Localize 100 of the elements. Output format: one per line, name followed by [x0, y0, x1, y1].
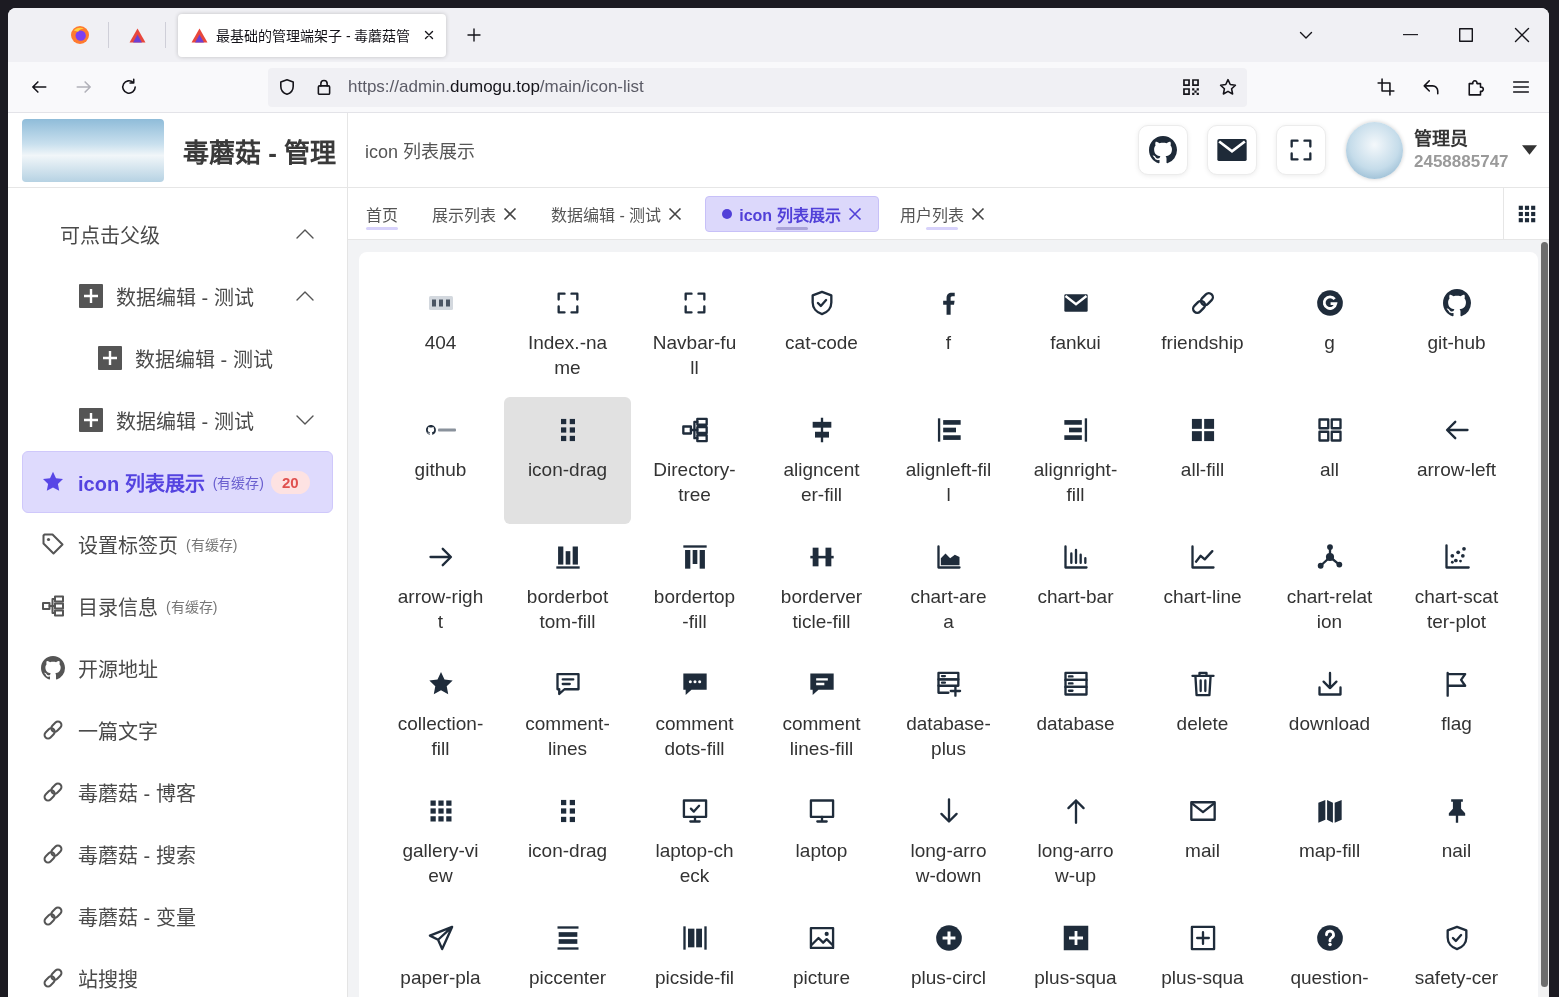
menu-item[interactable]: 一篇文字 [22, 699, 333, 761]
reload-icon[interactable] [120, 78, 138, 96]
database-plus-icon [934, 670, 963, 698]
close-icon[interactable] [970, 206, 985, 221]
cache-note: (有缓存) [212, 474, 264, 492]
plus-square-icon [1188, 924, 1217, 952]
scrollbar[interactable] [1540, 240, 1549, 997]
sign-image-icon [428, 296, 453, 310]
line-chart-icon [1188, 543, 1217, 571]
puzzle-icon[interactable] [1467, 78, 1485, 96]
link-icon [41, 904, 65, 928]
star-icon[interactable] [1219, 78, 1237, 96]
menu-icon[interactable] [1512, 78, 1530, 96]
image-icon [807, 924, 836, 952]
cache-note: (有缓存) [186, 536, 238, 554]
plus-icon[interactable] [466, 27, 483, 43]
menu-item[interactable]: 站搜搜 [22, 947, 333, 997]
github-icon [1149, 136, 1177, 164]
reply-arrow-icon[interactable] [1422, 78, 1440, 96]
menu-item[interactable]: 数据编辑 - 测试 [22, 265, 333, 327]
close-icon[interactable] [1514, 27, 1530, 43]
icon-tile[interactable]: icon-drag [504, 397, 631, 524]
link-icon [41, 780, 65, 804]
database-icon [1061, 670, 1090, 698]
menu-item[interactable]: 目录信息 (有缓存) [22, 575, 333, 637]
fullscreen-button[interactable] [1276, 125, 1326, 175]
github-icon [41, 656, 65, 680]
user-name: 管理员 [1414, 128, 1469, 151]
caret-down-icon[interactable] [1522, 145, 1537, 155]
close-icon[interactable] [668, 206, 683, 221]
tree-icon [41, 594, 65, 618]
github-logo-icon [425, 425, 456, 435]
plus-circle-icon [934, 924, 963, 952]
scatter-chart-icon [1442, 543, 1471, 571]
link-icon [41, 718, 65, 742]
plus-square-icon [98, 346, 122, 370]
minimize-icon[interactable] [1403, 34, 1418, 36]
mail-icon [1217, 139, 1247, 161]
plus-square-icon [79, 408, 103, 432]
triangle-logo-icon [191, 26, 208, 44]
github-icon [1442, 289, 1471, 317]
paper-plane-icon [426, 924, 455, 952]
menu-item[interactable]: 设置标签页 (有缓存) [22, 513, 333, 575]
github-button[interactable] [1138, 125, 1188, 175]
menu-item[interactable]: 开源地址 [22, 637, 333, 699]
dot-icon [722, 208, 733, 219]
comment-icon [553, 670, 582, 698]
menu-item[interactable]: 数据编辑 - 测试 [22, 327, 333, 389]
page-tab[interactable]: 用户列表 [882, 195, 1002, 232]
page-tab[interactable]: 首页 [349, 195, 415, 232]
back-icon[interactable] [30, 78, 48, 96]
area-chart-icon [934, 543, 963, 571]
mail-button[interactable] [1207, 125, 1257, 175]
chevron-up-icon[interactable] [296, 291, 314, 301]
cache-note: (有缓存) [166, 598, 218, 616]
plus-square-icon [79, 284, 103, 308]
link-icon [41, 966, 65, 990]
menu-item[interactable]: 可点击父级 [22, 203, 333, 265]
chevron-up-icon[interactable] [296, 229, 314, 239]
page-tab[interactable]: 展示列表 [415, 195, 534, 232]
triangle-logo-icon [128, 26, 146, 44]
scrollbar-thumb[interactable] [1541, 242, 1548, 987]
page-tab[interactable]: icon 列表展示 [705, 195, 879, 232]
chevron-down-icon[interactable] [296, 415, 314, 425]
help-icon [1315, 924, 1344, 952]
map-icon [1315, 797, 1344, 825]
border-top-icon [680, 543, 709, 571]
count-badge: 20 [271, 470, 310, 494]
grid-outline-icon [1315, 416, 1344, 444]
app-title: 毒蘑菇 - 管理 [183, 136, 337, 169]
trash-icon [1188, 670, 1217, 698]
lock-icon [315, 78, 333, 96]
qr-code-icon[interactable] [1182, 78, 1200, 96]
menu-item[interactable]: icon 列表展示 (有缓存) 20 [22, 451, 333, 513]
plus-square-icon [1061, 924, 1090, 952]
close-icon[interactable] [503, 206, 517, 221]
network-icon [1315, 543, 1344, 571]
user-account: 2458885747 [1414, 151, 1510, 173]
menu-item[interactable]: 毒蘑菇 - 博客 [22, 761, 333, 823]
page-tab[interactable]: 数据编辑 - 测试 [534, 195, 700, 232]
maximize-icon[interactable] [1459, 28, 1473, 42]
align-right-icon [1061, 416, 1090, 444]
tag-icon [41, 532, 65, 556]
link-icon [41, 842, 65, 866]
bar-chart-icon [1061, 543, 1090, 571]
breadcrumb: icon 列表展示 [365, 141, 476, 163]
crop-icon[interactable] [1377, 78, 1395, 96]
tree-icon [680, 416, 709, 444]
menu-item[interactable]: 毒蘑菇 - 搜索 [22, 823, 333, 885]
download-icon [1315, 670, 1344, 698]
menu-item[interactable]: 毒蘑菇 - 变量 [22, 885, 333, 947]
g-logo-icon [1315, 289, 1344, 317]
browser-logo-icon [71, 26, 89, 44]
layout-columns-icon [680, 924, 709, 952]
address-bar[interactable]: https://admin.dumogu.top/main/icon-list [268, 67, 1247, 107]
shield-icon [278, 78, 296, 96]
menu-item[interactable]: 数据编辑 - 测试 [22, 389, 333, 451]
monitor-icon [807, 797, 836, 825]
monitor-check-icon [680, 797, 709, 825]
browser-tab[interactable]: 最基础的管理端架子 - 毒蘑菇管 [178, 13, 447, 57]
